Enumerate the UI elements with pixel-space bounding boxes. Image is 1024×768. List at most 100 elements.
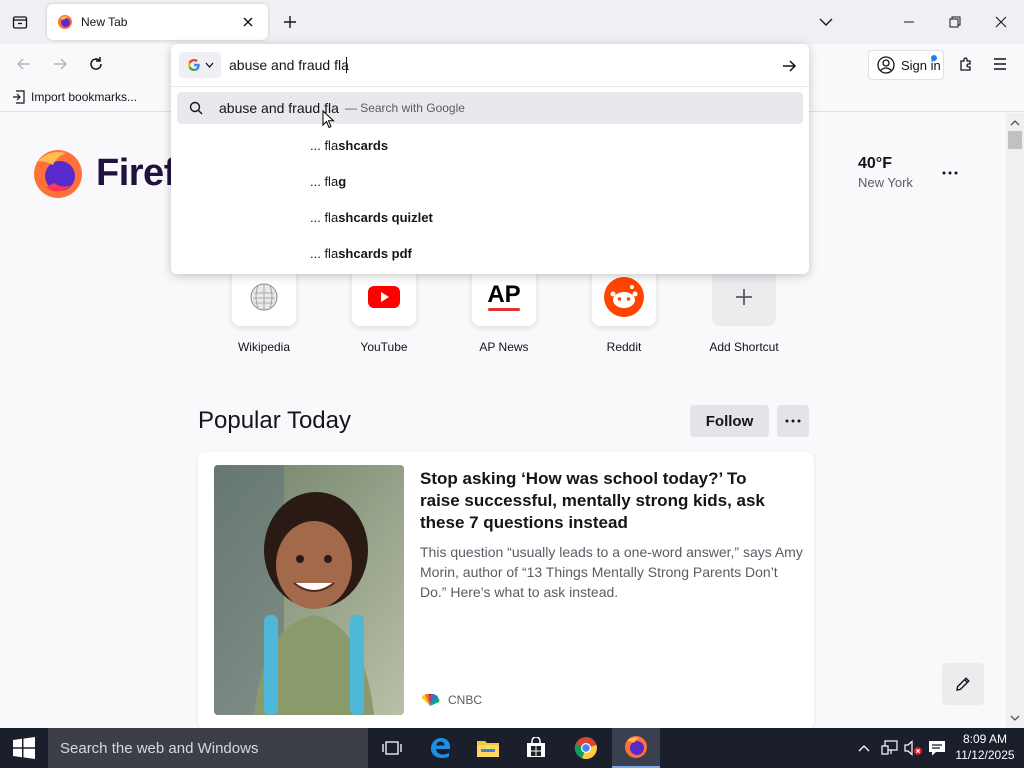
tab-list-button[interactable] — [4, 6, 36, 38]
new-tab-button[interactable] — [276, 8, 304, 36]
search-engine-selector[interactable] — [179, 52, 221, 78]
tab-close-button[interactable] — [238, 12, 258, 32]
firefox-logo-icon — [34, 150, 82, 198]
suggestion-completion: shcards pdf — [338, 246, 412, 261]
suggestion-query: abuse and fraud fla — [219, 100, 339, 116]
shortcut-reddit[interactable]: Reddit — [574, 268, 674, 354]
start-button[interactable] — [0, 728, 48, 768]
show-hidden-icons-button[interactable] — [852, 728, 876, 768]
chrome-icon — [574, 737, 597, 760]
taskbar-firefox[interactable] — [612, 728, 660, 768]
tab-title: New Tab — [81, 15, 128, 29]
forward-button[interactable] — [46, 50, 74, 78]
section-title: Popular Today — [198, 407, 351, 434]
restore-icon — [949, 16, 961, 28]
shortcut-wikipedia[interactable]: Wikipedia — [214, 268, 314, 354]
scroll-up-button[interactable] — [1006, 115, 1024, 131]
nbc-peacock-icon — [421, 694, 440, 706]
divider — [171, 86, 809, 87]
suggestion-item[interactable]: ... flag — [310, 174, 346, 189]
follow-button[interactable]: Follow — [690, 405, 769, 437]
address-bar-popup: abuse and fraud fla — Search with Google… — [171, 44, 809, 274]
windows-taskbar: Search the web and Windows 8:09 AM 11/12… — [0, 728, 1024, 768]
chevron-up-icon — [1010, 120, 1020, 126]
svg-text:AP: AP — [487, 281, 520, 308]
network-button[interactable] — [878, 728, 902, 768]
tab-new-tab[interactable]: New Tab — [47, 4, 268, 40]
scrollbar-thumb[interactable] — [1008, 131, 1022, 149]
close-window-button[interactable] — [978, 0, 1024, 44]
notification-icon — [929, 741, 945, 756]
child-photo — [214, 465, 404, 715]
volume-button[interactable] — [902, 728, 924, 768]
chevron-down-icon — [819, 18, 833, 26]
reload-button[interactable] — [82, 50, 110, 78]
scroll-down-button[interactable] — [1006, 710, 1024, 726]
chevron-up-icon — [858, 745, 870, 752]
store-icon — [527, 737, 545, 757]
sign-in-button[interactable]: Sign in — [868, 50, 944, 80]
taskbar-chrome[interactable] — [562, 728, 610, 768]
shortcut-tile — [352, 268, 416, 326]
youtube-icon — [368, 286, 400, 308]
suggestion-prefix: ... fla — [310, 246, 339, 261]
story-image — [214, 465, 404, 715]
task-view-button[interactable] — [368, 728, 416, 768]
shortcut-label: AP News — [479, 340, 529, 354]
restore-button[interactable] — [932, 0, 978, 44]
suggestion-prefix: ... fla — [310, 210, 339, 225]
close-icon — [243, 17, 253, 27]
shortcut-tile — [712, 268, 776, 326]
shortcut-ap-news[interactable]: AP AP News — [454, 268, 554, 354]
customize-button[interactable] — [942, 663, 984, 705]
story-excerpt: This question “usually leads to a one-wo… — [420, 544, 803, 600]
shortcut-tile: AP — [472, 268, 536, 326]
suggestion-prefix: ... fla — [310, 138, 339, 153]
taskbar-clock[interactable]: 8:09 AM 11/12/2025 — [950, 731, 1020, 763]
shortcut-tile — [232, 268, 296, 326]
import-bookmarks-button[interactable]: Import bookmarks... — [12, 90, 137, 104]
notification-dot — [931, 55, 937, 61]
go-button[interactable] — [775, 52, 803, 80]
reload-icon — [90, 57, 102, 70]
shortcut-label: Wikipedia — [237, 340, 291, 354]
chevron-down-icon — [205, 62, 213, 68]
shortcut-youtube[interactable]: YouTube — [334, 268, 434, 354]
task-view-icon — [382, 741, 402, 755]
suggestion-item[interactable]: ... flashcards quizlet — [310, 210, 433, 225]
shortcut-label: Reddit — [606, 340, 642, 354]
taskbar-store[interactable] — [512, 728, 560, 768]
add-shortcut-button[interactable]: Add Shortcut — [694, 268, 794, 354]
suggestion-action: — Search with Google — [344, 101, 465, 115]
suggestion-completion: shcards — [338, 138, 389, 153]
taskbar-search-box[interactable]: Search the web and Windows — [48, 728, 368, 768]
taskbar-file-explorer[interactable] — [464, 728, 512, 768]
list-all-tabs-button[interactable] — [812, 8, 840, 36]
story-headline[interactable]: Stop asking ‘How was school today?’ To r… — [420, 468, 790, 534]
story-source-name: CNBC — [448, 693, 483, 707]
section-menu-button[interactable] — [777, 405, 809, 437]
page-scrollbar[interactable] — [1006, 113, 1024, 728]
action-center-button[interactable] — [926, 728, 948, 768]
text-caret — [346, 57, 347, 73]
taskbar-edge[interactable] — [416, 728, 464, 768]
firefox-favicon-icon — [58, 15, 72, 29]
shortcut-label: YouTube — [360, 340, 408, 354]
weather-temperature: 40°F — [858, 155, 892, 172]
address-input[interactable] — [229, 53, 729, 77]
mouse-cursor-icon — [322, 110, 335, 129]
taskbar-search-placeholder: Search the web and Windows — [60, 739, 259, 757]
story-card[interactable]: Stop asking ‘How was school today?’ To r… — [198, 452, 814, 728]
app-menu-button[interactable] — [986, 50, 1014, 78]
back-button[interactable] — [10, 50, 38, 78]
weather-widget[interactable]: 40°F New York — [858, 155, 913, 190]
arrow-right-icon — [54, 58, 68, 70]
suggestion-item[interactable]: ... flashcards — [310, 138, 388, 153]
suggestion-item[interactable]: ... flashcards pdf — [310, 246, 412, 261]
extensions-button[interactable] — [952, 50, 980, 78]
suggestion-search-with-google[interactable]: abuse and fraud fla — Search with Google — [177, 92, 803, 124]
weather-menu-button[interactable] — [938, 165, 962, 181]
minimize-button[interactable] — [886, 0, 932, 44]
firefox-icon — [625, 736, 647, 758]
search-icon — [189, 101, 203, 115]
